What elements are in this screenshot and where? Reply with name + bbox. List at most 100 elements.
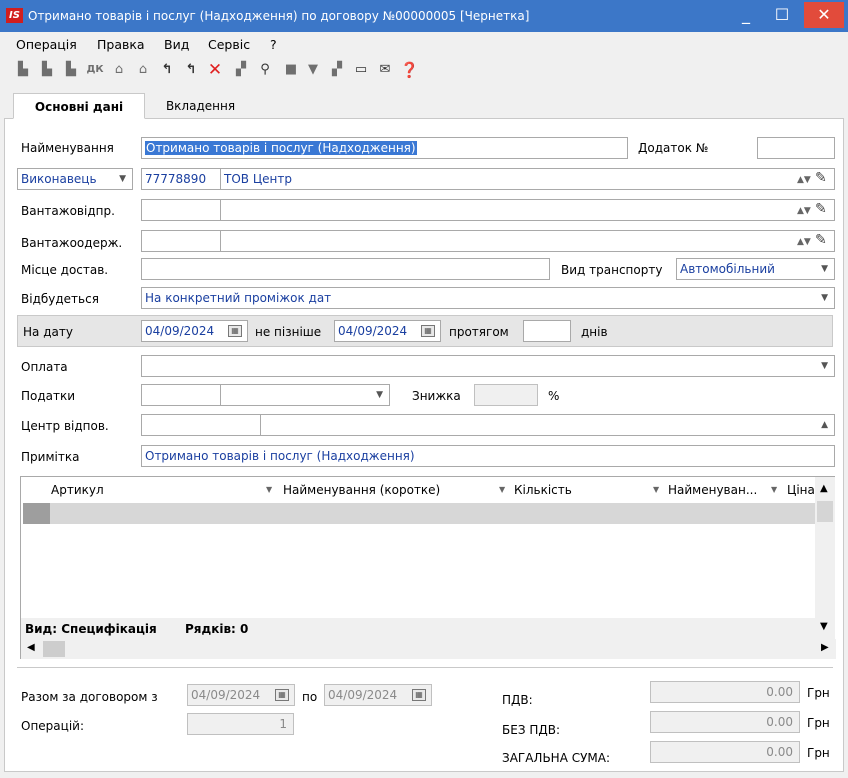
consignee-label: Вантажоодерж. <box>21 236 123 250</box>
edit-pencil-icon[interactable]: ✎ <box>815 169 827 188</box>
scroll-right-icon[interactable]: ▶ <box>821 642 829 653</box>
days-label: днів <box>581 325 608 339</box>
operations-label: Операцій: <box>21 719 84 733</box>
menu-service[interactable]: Сервіс <box>208 37 250 52</box>
summary-from-date-value: 04/09/2024 <box>191 688 261 702</box>
not-later-label: не пізніше <box>255 325 322 339</box>
column-header-name[interactable]: Найменуван... <box>668 477 757 503</box>
table-row[interactable] <box>23 503 819 524</box>
column-header-article[interactable]: Артикул <box>51 477 104 503</box>
vertical-scrollbar[interactable]: ▲ ▼ <box>815 477 835 639</box>
copy-record-icon[interactable]: ▙ <box>38 61 56 79</box>
edit-pencil-icon[interactable]: ✎ <box>815 231 827 250</box>
column-header-short-name[interactable]: Найменування (коротке) <box>283 477 440 503</box>
maximize-button[interactable]: ☐ <box>764 2 800 28</box>
transport-select[interactable]: Автомобільний ▼ <box>676 258 835 280</box>
row-count: Рядків: 0 <box>185 622 249 636</box>
minimize-button[interactable]: _ <box>728 2 764 28</box>
consignee-code-field[interactable] <box>141 230 221 252</box>
scroll-up-icon[interactable]: ▲ <box>820 483 828 494</box>
horizontal-scrollbar[interactable]: ◀ ▶ <box>21 639 836 659</box>
delivery-place-field[interactable] <box>141 258 550 280</box>
scroll-down-icon[interactable]: ▼ <box>820 621 828 632</box>
note-field[interactable]: Отримано товарів і послуг (Надходження) <box>141 445 835 467</box>
column-header-price[interactable]: Ціна <box>787 477 815 503</box>
on-date-field[interactable]: 04/09/2024 ▦ <box>141 320 248 342</box>
menu-edit[interactable]: Правка <box>97 37 145 52</box>
sort-icon[interactable]: ДК <box>86 61 104 79</box>
view-indicator: Вид: Специфікація <box>25 622 157 636</box>
scroll-thumb[interactable] <box>817 501 833 522</box>
vat-field: 0.00 <box>650 681 800 703</box>
resp-center-code-field[interactable] <box>141 414 261 436</box>
resp-center-name-field[interactable]: ▲ <box>260 414 835 436</box>
edit-pencil-icon[interactable]: ✎ <box>815 200 827 219</box>
summary-to-date-field[interactable]: 04/09/2024 ▦ <box>324 684 432 706</box>
filter-icon[interactable]: ▼ <box>304 61 322 79</box>
clear-filter-icon[interactable]: ▞ <box>328 61 346 79</box>
search-icon[interactable]: ⚲ <box>256 61 274 79</box>
appendix-label: Додаток № <box>638 141 709 155</box>
takes-place-select[interactable]: На конкретний проміжок дат ▼ <box>141 287 835 309</box>
filter-dropdown-icon[interactable]: ▼ <box>499 477 505 503</box>
executor-code-field[interactable]: 77778890 <box>141 168 221 190</box>
consignee-name-field[interactable]: ▲▼ ✎ <box>220 230 835 252</box>
undo-icon[interactable]: ↰ <box>182 61 200 79</box>
help-icon[interactable]: ❓ <box>400 61 419 79</box>
menu-operation[interactable]: Операція <box>16 37 77 52</box>
tab-main-data[interactable]: Основні дані <box>13 93 145 119</box>
payment-label: Оплата <box>21 360 68 374</box>
form-icon[interactable]: ▭ <box>352 61 370 79</box>
row-selector[interactable] <box>23 503 50 524</box>
menu-view[interactable]: Вид <box>164 37 189 52</box>
up-down-icon[interactable]: ▲▼ <box>797 232 811 251</box>
taxes-label: Податки <box>21 389 76 403</box>
filter-dropdown-icon[interactable]: ▼ <box>653 477 659 503</box>
filter-dropdown-icon[interactable]: ▼ <box>771 477 777 503</box>
close-button[interactable]: ✕ <box>804 2 844 28</box>
up-down-icon[interactable]: ▲▼ <box>797 201 811 220</box>
calendar-icon[interactable]: ▦ <box>275 689 289 701</box>
specification-grid[interactable]: Артикул ▼ Найменування (коротке) ▼ Кільк… <box>20 476 836 659</box>
chevron-up-icon[interactable]: ▲ <box>821 415 828 435</box>
scroll-thumb[interactable] <box>43 641 65 657</box>
column-header-quantity[interactable]: Кількість <box>514 477 572 503</box>
taxes-select[interactable]: ▼ <box>220 384 390 406</box>
transport-value: Автомобільний <box>680 262 775 276</box>
calendar-icon[interactable]: ▦ <box>421 325 435 337</box>
chevron-down-icon: ▼ <box>376 390 383 400</box>
tab-attachments[interactable]: Вкладення <box>153 93 248 119</box>
shipper-code-field[interactable] <box>141 199 221 221</box>
summary-from-date-field[interactable]: 04/09/2024 ▦ <box>187 684 295 706</box>
takes-place-label: Відбудеться <box>21 292 99 306</box>
up-down-icon[interactable]: ▲▼ <box>797 170 811 189</box>
menu-help[interactable]: ? <box>270 37 277 52</box>
add-record-icon[interactable]: ▙ <box>14 61 32 79</box>
mail-icon[interactable]: ✉ <box>376 61 394 79</box>
name-field[interactable]: Отримано товарів і послуг (Надходження) <box>141 137 628 159</box>
scroll-left-icon[interactable]: ◀ <box>27 642 35 653</box>
during-field[interactable] <box>523 320 571 342</box>
accounts-icon[interactable]: ⌂ <box>110 61 128 79</box>
filter-dropdown-icon[interactable]: ▼ <box>266 477 272 503</box>
chevron-down-icon: ▼ <box>821 264 828 274</box>
document-icon[interactable]: ▞ <box>232 61 250 79</box>
chevron-down-icon: ▼ <box>821 361 828 371</box>
executor-select[interactable]: Виконавець ▼ <box>17 168 133 190</box>
executor-name-field[interactable]: ТОВ Центр ▲▼ ✎ <box>220 168 835 190</box>
entries-icon[interactable]: ⌂ <box>134 61 152 79</box>
insert-record-icon[interactable]: ▙ <box>62 61 80 79</box>
appendix-field[interactable] <box>757 137 835 159</box>
calendar-icon[interactable]: ▦ <box>228 325 242 337</box>
discount-field[interactable] <box>474 384 538 406</box>
shipper-name-field[interactable]: ▲▼ ✎ <box>220 199 835 221</box>
not-later-field[interactable]: 04/09/2024 ▦ <box>334 320 441 342</box>
calendar-icon[interactable]: ▦ <box>412 689 426 701</box>
grid-icon[interactable]: ■ <box>282 61 300 79</box>
return-icon[interactable]: ↰ <box>158 61 176 79</box>
grid-footer: Вид: Специфікація Рядків: 0 <box>21 618 820 639</box>
delete-icon[interactable]: ✕ <box>206 61 224 79</box>
payment-select[interactable]: ▼ <box>141 355 835 377</box>
chevron-down-icon: ▼ <box>821 293 828 303</box>
taxes-code-field[interactable] <box>141 384 221 406</box>
